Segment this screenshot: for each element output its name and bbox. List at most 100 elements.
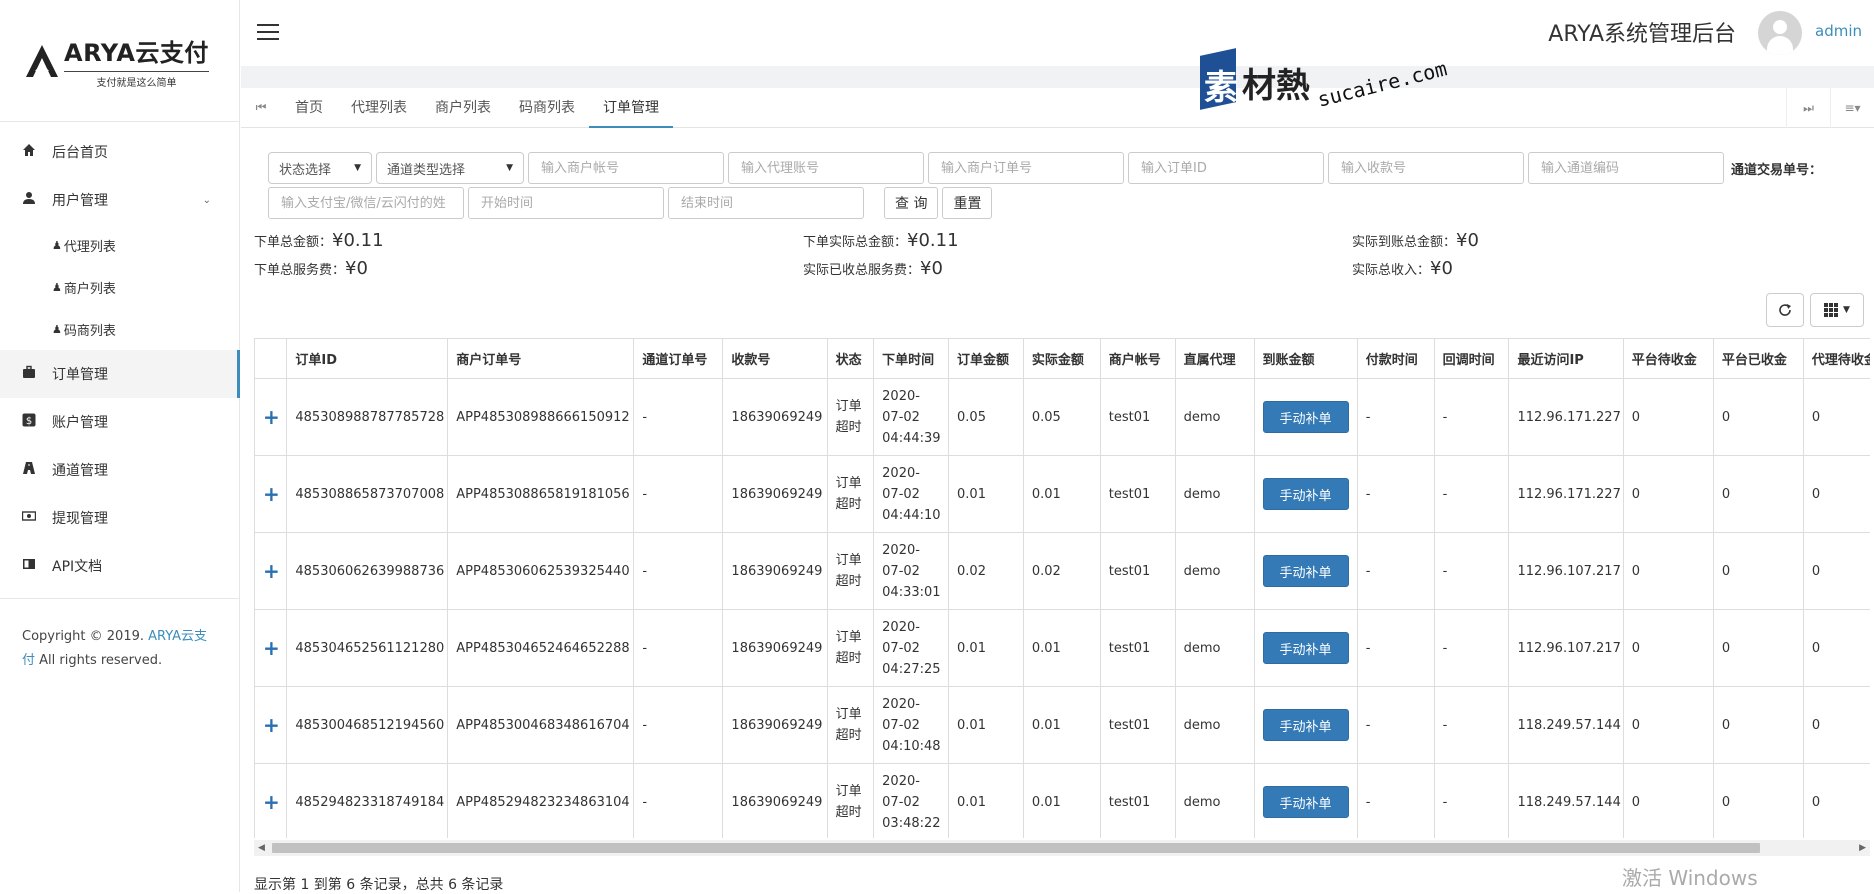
tab-merchants[interactable]: 商户列表 bbox=[421, 88, 505, 128]
scroll-left-arrow-icon[interactable]: ◀ bbox=[258, 843, 265, 853]
hamburger-menu-icon[interactable] bbox=[257, 24, 279, 40]
cell-pay-time: - bbox=[1356, 532, 1435, 610]
cell-merchant: test01 bbox=[1099, 686, 1176, 764]
channel-code-input[interactable] bbox=[1528, 152, 1724, 184]
cell-order-id: 485308865873707008 bbox=[286, 455, 449, 533]
user-menu-link[interactable]: admin bbox=[1815, 22, 1862, 40]
merchant-order-input[interactable] bbox=[928, 152, 1124, 184]
svg-text:$: $ bbox=[26, 416, 32, 427]
windows-activate-watermark: 激活 Windows bbox=[1622, 866, 1758, 890]
sidebar-item-api-docs[interactable]: API文档 bbox=[0, 542, 239, 590]
logo-subtitle: 支付就是这么简单 bbox=[64, 70, 209, 89]
channel-type-select-value: 通道类型选择 bbox=[387, 162, 466, 178]
end-time-input[interactable] bbox=[668, 187, 864, 219]
sidebar-item-label: 后台首页 bbox=[52, 145, 108, 161]
column-header: 平台待收金 bbox=[1622, 338, 1714, 379]
cell-order-time: 2020-07-02 04:44:10 bbox=[873, 455, 950, 533]
tab-agents[interactable]: 代理列表 bbox=[337, 88, 421, 128]
manual-fill-order-button[interactable]: 手动补单 bbox=[1262, 632, 1349, 664]
reset-button[interactable]: 重置 bbox=[942, 187, 993, 219]
order-time: 03:48:22 bbox=[882, 815, 941, 831]
cell-receive-no: 18639069249 bbox=[722, 532, 828, 610]
sidebar-item-users[interactable]: 用户管理 ⌄ bbox=[0, 176, 239, 224]
sidebar-item-accounts[interactable]: $ 账户管理 bbox=[0, 398, 239, 446]
cell-p-pending: 0 bbox=[1622, 532, 1714, 610]
column-header: 订单ID bbox=[286, 338, 449, 379]
tab-scroll-left-icon[interactable]: ⏮ bbox=[241, 100, 281, 115]
sidebar-subitem-agents[interactable]: ♟ 代理列表 bbox=[0, 224, 239, 266]
expand-row-icon[interactable]: + bbox=[254, 532, 288, 610]
column-header: 商户订单号 bbox=[447, 338, 635, 379]
logo[interactable]: ARYA云支付 支付就是这么简单 bbox=[0, 0, 239, 122]
merchant-account-input[interactable] bbox=[528, 152, 724, 184]
tab-home[interactable]: 首页 bbox=[281, 88, 337, 128]
sidebar-subitem-merchants[interactable]: ♟ 商户列表 bbox=[0, 266, 239, 308]
order-id-input[interactable] bbox=[1128, 152, 1324, 184]
sidebar-item-orders[interactable]: 订单管理 bbox=[0, 350, 240, 398]
road-icon bbox=[22, 461, 52, 479]
expand-row-icon[interactable]: + bbox=[254, 609, 288, 687]
expand-row-icon[interactable]: + bbox=[254, 455, 288, 533]
cell-p-received: 0 bbox=[1712, 532, 1804, 610]
cell-channel-order: - bbox=[633, 763, 724, 838]
avatar[interactable] bbox=[1758, 11, 1802, 55]
sidebar-subitem-label: 代理列表 bbox=[63, 239, 116, 255]
column-header: 商户帐号 bbox=[1099, 338, 1176, 379]
status-text: 订单超时 bbox=[835, 553, 862, 589]
cell-agent: demo bbox=[1174, 763, 1255, 838]
tab-orders[interactable]: 订单管理 bbox=[589, 88, 673, 128]
sidebar-item-label: API文档 bbox=[52, 559, 103, 575]
system-title: ARYA系统管理后台 bbox=[1548, 22, 1736, 47]
columns-toggle-icon[interactable]: ▼ bbox=[1810, 293, 1864, 327]
cell-merchant-order: APP485306062539325440 bbox=[447, 532, 635, 610]
sidebar-item-withdraw[interactable]: 提现管理 bbox=[0, 494, 239, 542]
dollar-icon: $ bbox=[22, 413, 52, 431]
summary-label: 下单总金额： bbox=[254, 235, 333, 250]
copyright-prefix: Copyright © 2019. bbox=[22, 629, 149, 644]
order-date: 2020-07-02 bbox=[882, 388, 920, 425]
cell-arrived-amount: 手动补单 bbox=[1253, 378, 1358, 456]
cell-p-pending: 0 bbox=[1622, 455, 1714, 533]
agent-account-input[interactable] bbox=[728, 152, 924, 184]
cell-p-pending: 0 bbox=[1622, 763, 1714, 838]
cell-merchant: test01 bbox=[1099, 378, 1176, 456]
sidebar-item-home[interactable]: 后台首页 bbox=[0, 128, 239, 176]
column-header: 订单金额 bbox=[948, 338, 1024, 379]
column-header: 状态 bbox=[826, 338, 875, 379]
cell-a-pending: 0 bbox=[1802, 609, 1870, 687]
manual-fill-order-button[interactable]: 手动补单 bbox=[1262, 478, 1349, 510]
summary-value: ¥0 bbox=[1430, 258, 1453, 279]
cell-amount: 0.01 bbox=[948, 763, 1024, 838]
tab-code-merchants[interactable]: 码商列表 bbox=[505, 88, 589, 128]
money-icon bbox=[21, 509, 52, 527]
channel-type-select[interactable]: 通道类型选择 ▼ bbox=[376, 152, 524, 184]
query-button[interactable]: 查 询 bbox=[884, 187, 939, 219]
sidebar-item-channels[interactable]: 通道管理 bbox=[0, 446, 239, 494]
refresh-icon[interactable] bbox=[1766, 293, 1804, 327]
cell-agent: demo bbox=[1174, 532, 1255, 610]
receive-no-input[interactable] bbox=[1328, 152, 1524, 184]
payment-account-input[interactable] bbox=[268, 187, 464, 219]
manual-fill-order-button[interactable]: 手动补单 bbox=[1262, 786, 1349, 818]
horizontal-scrollbar[interactable]: ◀ ▶ bbox=[254, 840, 1870, 856]
expand-row-icon[interactable]: + bbox=[254, 378, 288, 456]
sidebar-menu: 后台首页 用户管理 ⌄ ♟ 代理列表 ♟ 商户列表 ♟ 码商列表 订单管理 $ … bbox=[0, 122, 240, 590]
scrollbar-thumb[interactable] bbox=[272, 843, 1760, 853]
scroll-right-arrow-icon[interactable]: ▶ bbox=[1859, 843, 1866, 853]
tab-options-icon[interactable]: ≡▾ bbox=[1830, 88, 1874, 128]
cell-merchant-order: APP485308865819181056 bbox=[447, 455, 635, 533]
status-select[interactable]: 状态选择 ▼ bbox=[268, 152, 372, 184]
table-row: +485300468512194560 APP485300468348616704… bbox=[254, 686, 1870, 764]
manual-fill-order-button[interactable]: 手动补单 bbox=[1262, 709, 1349, 741]
expand-row-icon[interactable]: + bbox=[254, 686, 288, 764]
manual-fill-order-button[interactable]: 手动补单 bbox=[1262, 555, 1349, 587]
start-time-input[interactable] bbox=[468, 187, 664, 219]
tab-scroll-right-icon[interactable]: ⏭ bbox=[1786, 88, 1830, 128]
expand-row-icon[interactable]: + bbox=[254, 763, 288, 838]
sidebar-subitem-code-merchants[interactable]: ♟ 码商列表 bbox=[0, 308, 239, 350]
cell-pay-time: - bbox=[1356, 455, 1435, 533]
summary-received-fee: 实际已收总服务费：¥0 bbox=[803, 258, 943, 279]
manual-fill-order-button[interactable]: 手动补单 bbox=[1262, 401, 1349, 433]
column-header bbox=[254, 338, 288, 379]
cell-a-pending: 0 bbox=[1802, 532, 1870, 610]
